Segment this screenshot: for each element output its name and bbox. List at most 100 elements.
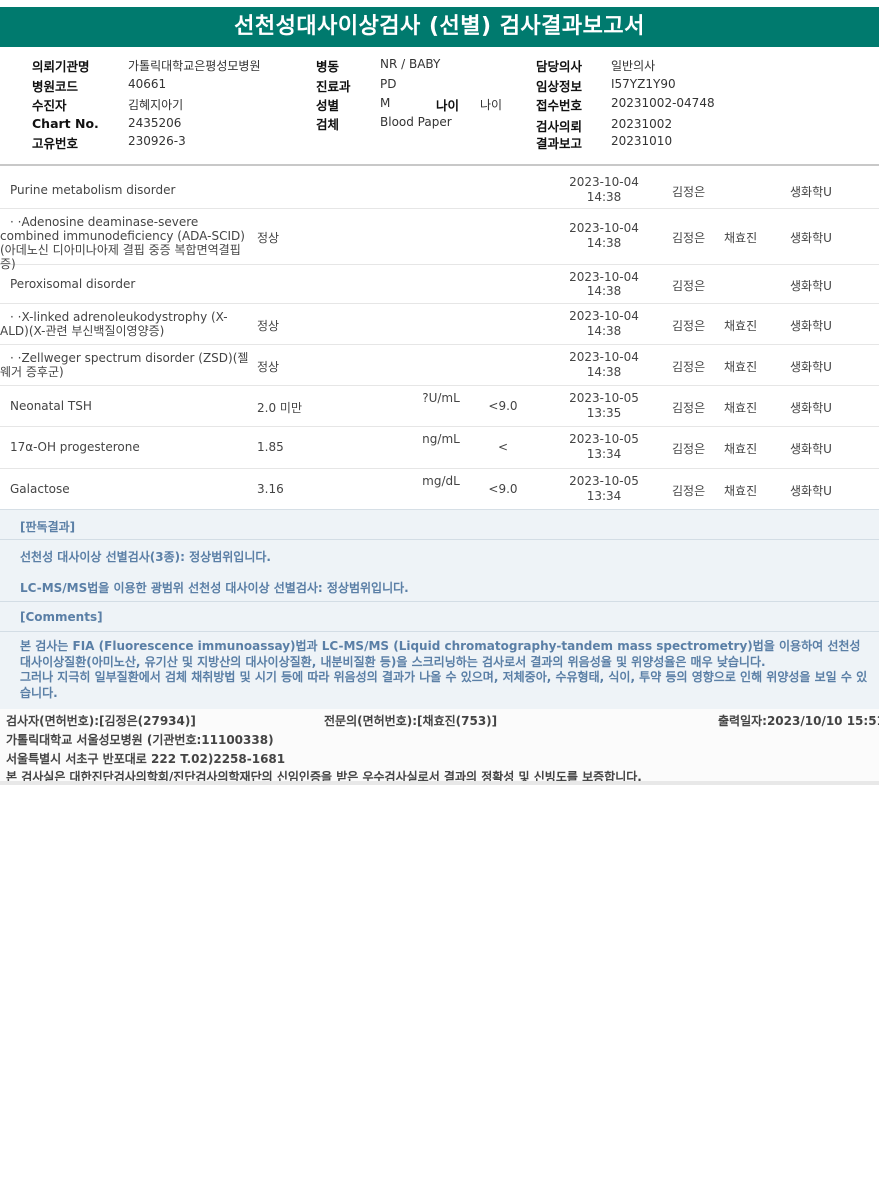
test-result: 정상: [257, 319, 280, 333]
specimen-value: Blood Paper: [380, 115, 452, 129]
test-department: 생화학U: [790, 360, 832, 374]
patient-label: 수진자: [32, 98, 67, 113]
findings-heading: [판독결과]: [20, 520, 76, 534]
test-confirmer: 채효진: [724, 484, 758, 498]
test-name: Peroxisomal disorder: [10, 277, 136, 291]
test-confirmer: 채효진: [724, 360, 758, 374]
test-date: 2023-10-04: [569, 175, 639, 189]
table-row[interactable]: · ·Zellweger spectrum disorder (ZSD)(젤웨거…: [0, 345, 879, 386]
test-confirmer: 채효진: [724, 401, 758, 415]
interpretation-box: [판독결과] 선천성 대사이상 선별검사(3종): 정상범위입니다. LC-MS…: [0, 509, 879, 710]
test-name: · ·Adenosine deaminase-severe combined i…: [0, 215, 245, 271]
test-name: Galactose: [10, 482, 70, 496]
test-result: 정상: [257, 231, 280, 245]
divider: [0, 601, 879, 602]
receipt-no-value: 20231002-04748: [611, 96, 715, 110]
report-footer: 검사자(면허번호):[김정은(27934)] 전문의(면허번호):[채효진(75…: [0, 709, 879, 785]
test-name: Neonatal TSH: [10, 399, 92, 413]
unique-no-label: 고유번호: [32, 136, 79, 151]
test-date: 2023-10-04: [569, 221, 639, 235]
test-time: 13:35: [586, 406, 622, 420]
ward-label: 병동: [316, 59, 340, 74]
request-date-value: 20231002: [611, 117, 673, 131]
test-name: Purine metabolism disorder: [10, 183, 176, 197]
footer-divider: [0, 781, 879, 785]
test-reference: <9.0: [488, 482, 518, 496]
table-row[interactable]: Purine metabolism disorder 2023-10-04 14…: [0, 170, 879, 209]
doctor-value: 일반의사: [611, 59, 656, 73]
test-time: 13:34: [586, 447, 622, 461]
clinical-info-value: I57YZ1Y90: [611, 77, 676, 91]
report-date-value: 20231010: [611, 134, 673, 148]
unique-no-value: 230926-3: [128, 134, 186, 148]
test-name: 17α-OH progesterone: [10, 440, 140, 454]
test-result: 2.0 미만: [257, 401, 302, 415]
divider: [0, 631, 879, 632]
test-department: 생화학U: [790, 319, 832, 333]
test-technician: 김정은: [672, 484, 706, 498]
test-result: 3.16: [257, 482, 284, 496]
print-date: 출력일자:2023/10/10 15:51 오후: [718, 714, 879, 728]
chart-no-label: Chart No.: [32, 116, 99, 131]
test-confirmer: 채효진: [724, 231, 758, 245]
comments-paragraph-2: 그러나 지극히 일부질환에서 검체 채취방법 및 시기 등에 따라 위음성의 결…: [20, 670, 868, 700]
test-name: · ·X-linked adrenoleukodystrophy (X-ALD)…: [0, 310, 228, 338]
test-department: 생화학U: [790, 231, 832, 245]
test-department: 생화학U: [790, 401, 832, 415]
patient-info-section: 의뢰기관명 가톨릭대학교은평성모병원 병원코드 40661 수진자 김혜지아기 …: [0, 52, 879, 162]
test-technician: 김정은: [672, 360, 706, 374]
test-name: · ·Zellweger spectrum disorder (ZSD)(젤웨거…: [0, 351, 249, 379]
dept-label: 진료과: [316, 79, 351, 94]
hospital-name: 가톨릭대학교 서울성모병원 (기관번호:11100338): [6, 733, 274, 747]
test-date: 2023-10-04: [569, 350, 639, 364]
test-unit: ng/mL: [422, 432, 460, 446]
findings-line-2: LC-MS/MS법을 이용한 광범위 선천성 대사이상 선별검사: 정상범위입니…: [20, 581, 409, 595]
clinical-info-label: 임상정보: [536, 79, 583, 94]
receipt-no-label: 접수번호: [536, 98, 583, 113]
test-confirmer: 채효진: [724, 442, 758, 456]
specialist-info: 전문의(면허번호):[채효진(753)]: [324, 714, 498, 728]
sex-label: 성별: [316, 98, 340, 113]
test-department: 생화학U: [790, 484, 832, 498]
institution-label: 의뢰기관명: [32, 59, 90, 74]
dept-value: PD: [380, 77, 397, 91]
test-department: 생화학U: [790, 279, 832, 293]
table-row[interactable]: Galactose 3.16 mg/dL <9.0 2023-10-05 13:…: [0, 469, 879, 511]
test-technician: 김정은: [672, 401, 706, 415]
specimen-label: 검체: [316, 117, 340, 132]
test-technician: 김정은: [672, 185, 706, 199]
table-row[interactable]: 17α-OH progesterone 1.85 ng/mL < 2023-10…: [0, 427, 879, 469]
divider: [0, 539, 879, 540]
hospital-address: 서울특별시 서초구 반포대로 222 T.02)2258-1681: [6, 752, 286, 766]
test-time: 14:38: [586, 236, 622, 250]
header-divider: [0, 164, 879, 166]
test-date: 2023-10-05: [569, 432, 639, 446]
test-department: 생화학U: [790, 442, 832, 456]
test-time: 14:38: [586, 190, 622, 204]
age-label: 나이: [436, 98, 460, 113]
report-date-label: 결과보고: [536, 136, 583, 151]
hospital-code-label: 병원코드: [32, 79, 79, 94]
test-technician: 김정은: [672, 279, 706, 293]
test-date: 2023-10-04: [569, 270, 639, 284]
test-result: 1.85: [257, 440, 284, 454]
table-row[interactable]: Peroxisomal disorder 2023-10-04 14:38 김정…: [0, 265, 879, 304]
sex-value: M: [380, 96, 391, 110]
test-time: 13:34: [586, 489, 622, 503]
test-technician: 김정은: [672, 442, 706, 456]
ward-value: NR / BABY: [380, 57, 441, 71]
table-row[interactable]: · ·Adenosine deaminase-severe combined i…: [0, 209, 879, 271]
test-time: 14:38: [586, 365, 622, 379]
test-date: 2023-10-05: [569, 474, 639, 488]
table-row[interactable]: · ·X-linked adrenoleukodystrophy (X-ALD)…: [0, 304, 879, 345]
test-time: 14:38: [586, 324, 622, 338]
hospital-code-value: 40661: [128, 77, 167, 91]
table-row[interactable]: Neonatal TSH 2.0 미만 ?U/mL <9.0 2023-10-0…: [0, 386, 879, 427]
test-reference: <: [497, 440, 509, 454]
tester-info: 검사자(면허번호):[김정은(27934)]: [6, 714, 196, 728]
results-table: Purine metabolism disorder 2023-10-04 14…: [0, 170, 879, 511]
age-value: 나이: [480, 98, 503, 112]
doctor-label: 담당의사: [536, 59, 583, 74]
test-date: 2023-10-04: [569, 309, 639, 323]
patient-value: 김혜지아기: [128, 98, 184, 112]
